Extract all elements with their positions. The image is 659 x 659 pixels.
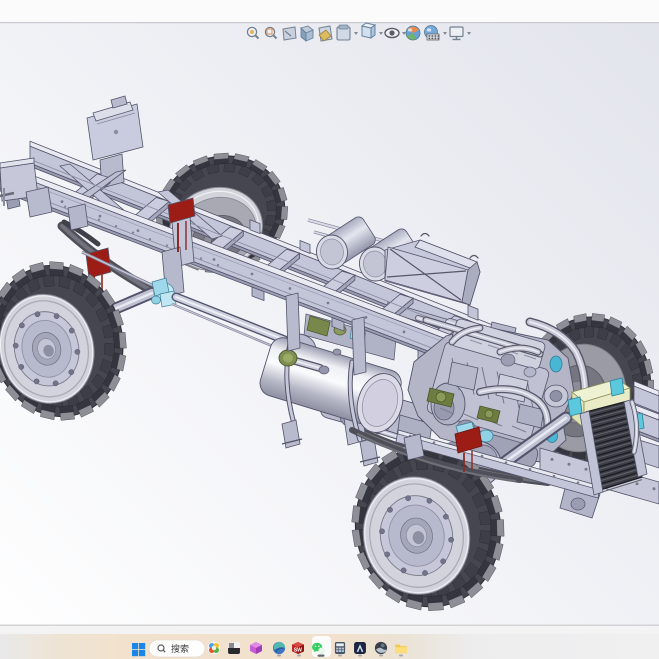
svg-text:SW: SW	[294, 647, 302, 653]
svg-text:搜索: 搜索	[171, 643, 189, 654]
